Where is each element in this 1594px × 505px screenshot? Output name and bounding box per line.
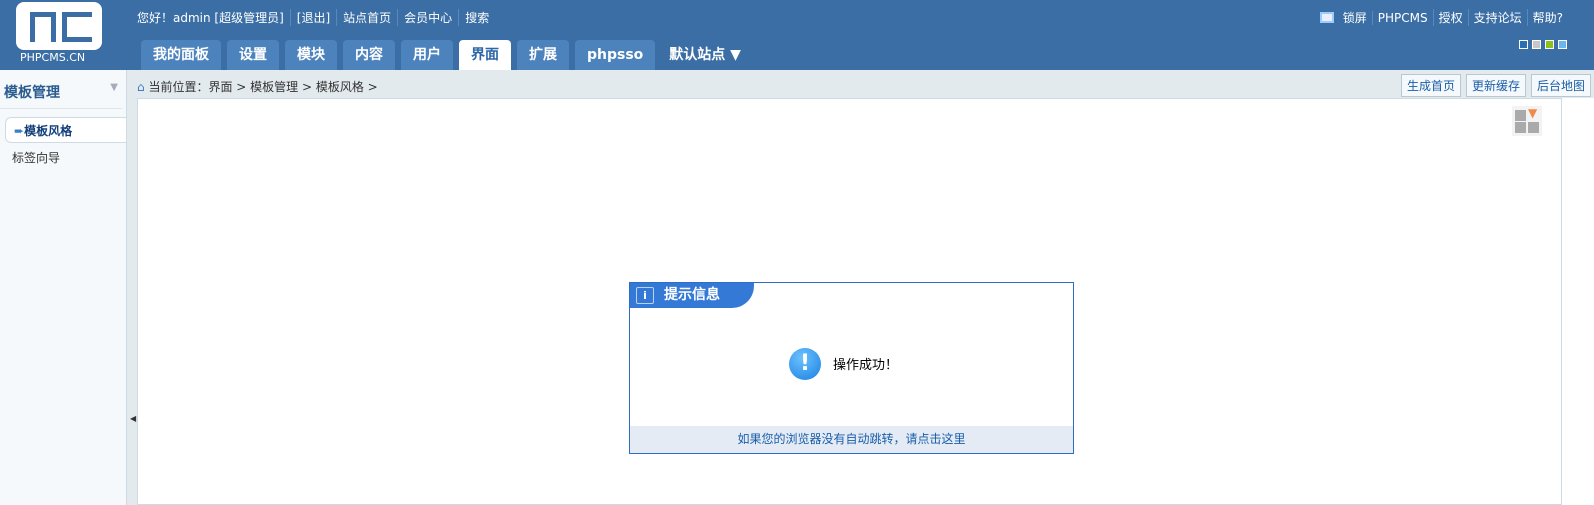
monitor-icon bbox=[1319, 12, 1334, 23]
license-link[interactable]: 授权 bbox=[1432, 9, 1468, 26]
main-tabs: 我的面板 设置 模块 内容 用户 界面 扩展 phpsso 默认站点 ▼ bbox=[141, 40, 741, 70]
message-text: 操作成功！ bbox=[833, 358, 899, 373]
site-home-link[interactable]: 站点首页 bbox=[336, 9, 397, 26]
redirect-link[interactable]: 如果您的浏览器没有自动跳转，请点击这里 bbox=[737, 432, 965, 446]
exclamation-icon: ! bbox=[789, 348, 821, 380]
tab-interface[interactable]: 界面 bbox=[459, 40, 511, 70]
collapse-arrow-icon[interactable]: ▼ bbox=[110, 82, 118, 102]
logo[interactable]: PHPCMS.CN bbox=[16, 2, 104, 66]
theme-swatch-green[interactable] bbox=[1545, 40, 1554, 49]
tab-phpsso[interactable]: phpsso bbox=[575, 40, 656, 70]
update-cache-button[interactable]: 更新缓存 bbox=[1465, 74, 1526, 97]
theme-swatch-blue[interactable] bbox=[1519, 40, 1528, 49]
breadcrumb: ⌂ 当前位置：界面 > 模板管理 > 模板风格 > bbox=[137, 80, 378, 94]
sidebar-item-tag-wizard[interactable]: 标签向导 bbox=[0, 143, 126, 172]
tab-content[interactable]: 内容 bbox=[343, 40, 395, 70]
home-icon: ⌂ bbox=[137, 80, 145, 94]
greeting: 您好！admin [超级管理员] bbox=[137, 11, 284, 25]
site-selector[interactable]: 默认站点 ▼ bbox=[661, 40, 741, 70]
sidebar: 模板管理 ▼ ➨模板风格 标签向导 bbox=[0, 70, 127, 505]
info-icon: i bbox=[636, 287, 654, 304]
theme-swatches bbox=[1519, 40, 1567, 49]
forum-link[interactable]: 支持论坛 bbox=[1467, 9, 1527, 26]
theme-swatch-lightblue[interactable] bbox=[1558, 40, 1567, 49]
tab-users[interactable]: 用户 bbox=[401, 40, 453, 70]
sidebar-title: 模板管理 bbox=[4, 85, 60, 101]
logout-link[interactable]: [退出] bbox=[289, 9, 336, 26]
sidebar-toggle[interactable]: ◀ bbox=[127, 98, 137, 505]
sitemap-button[interactable]: 后台地图 bbox=[1530, 74, 1591, 97]
layout-grid-icon[interactable]: ▼ bbox=[1512, 106, 1542, 136]
sidebar-item-template-style[interactable]: ➨模板风格 bbox=[5, 117, 126, 143]
header: PHPCMS.CN 您好！admin [超级管理员] [退出] 站点首页 会员中… bbox=[0, 0, 1594, 70]
theme-swatch-gray[interactable] bbox=[1532, 40, 1541, 49]
tab-settings[interactable]: 设置 bbox=[227, 40, 279, 70]
caret-left-icon: ◀ bbox=[130, 414, 137, 423]
top-right-nav: 锁屏 PHPCMS 授权 支持论坛 帮助? bbox=[1319, 9, 1568, 26]
help-link[interactable]: 帮助? bbox=[1526, 9, 1568, 26]
top-nav: 您好！admin [超级管理员] [退出] 站点首页 会员中心 搜索 bbox=[137, 9, 495, 26]
generate-home-button[interactable]: 生成首页 bbox=[1400, 74, 1461, 97]
phpcms-link[interactable]: PHPCMS bbox=[1371, 10, 1433, 25]
tab-extensions[interactable]: 扩展 bbox=[517, 40, 569, 70]
arrow-right-icon: ➨ bbox=[14, 124, 25, 138]
message-dialog: i 提示信息 ! 操作成功！ 如果您的浏览器没有自动跳转，请点击这里 bbox=[629, 282, 1074, 454]
caret-down-icon: ▼ bbox=[730, 47, 741, 63]
member-center-link[interactable]: 会员中心 bbox=[397, 9, 458, 26]
lock-screen-link[interactable]: 锁屏 bbox=[1338, 9, 1372, 26]
tab-modules[interactable]: 模块 bbox=[285, 40, 337, 70]
search-link[interactable]: 搜索 bbox=[458, 9, 495, 26]
message-title: 提示信息 bbox=[664, 287, 720, 303]
tab-panel[interactable]: 我的面板 bbox=[141, 40, 221, 70]
breadcrumb-bar: ⌂ 当前位置：界面 > 模板管理 > 模板风格 > 生成首页 更新缓存 后台地图 bbox=[127, 70, 1594, 98]
